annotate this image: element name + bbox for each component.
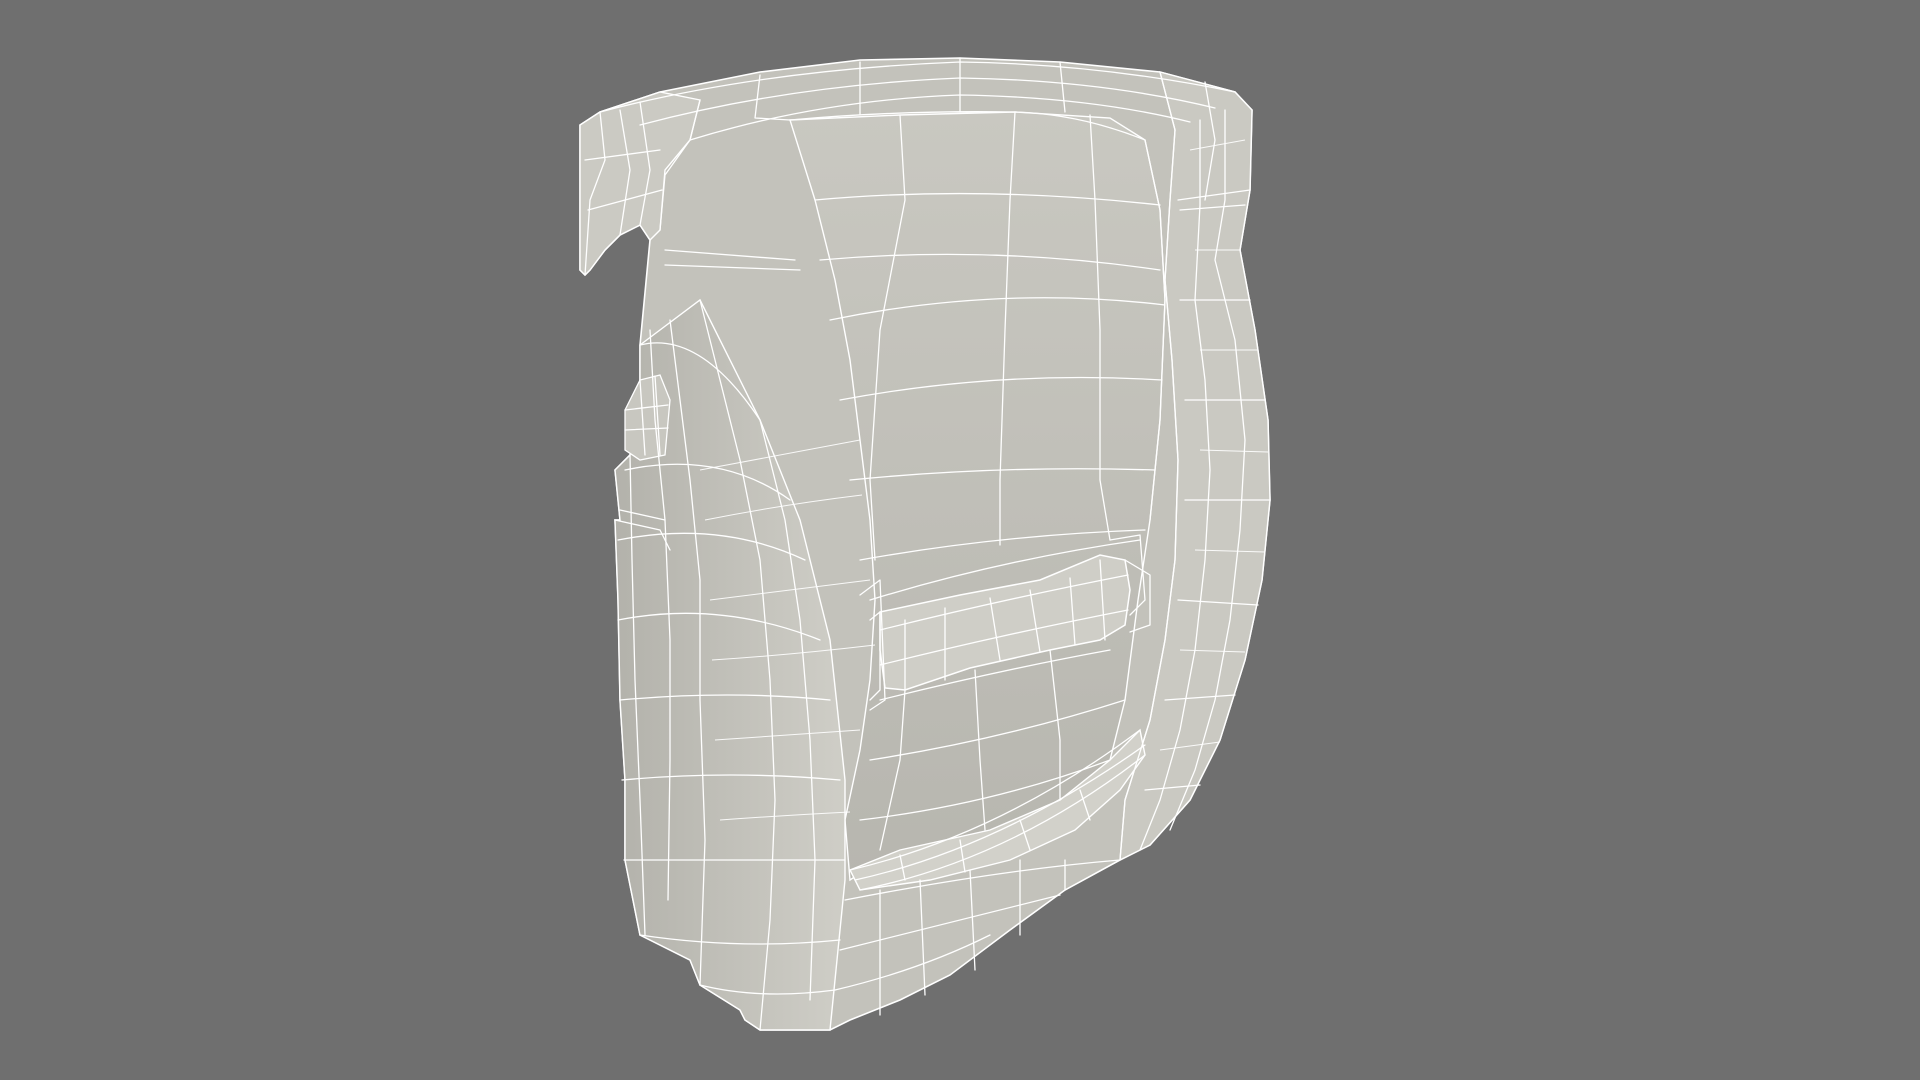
- wireframe-model: [579, 57, 1271, 1031]
- model-body: [579, 57, 1271, 1031]
- side-tab: [624, 374, 671, 461]
- render-viewport: [0, 0, 1920, 1080]
